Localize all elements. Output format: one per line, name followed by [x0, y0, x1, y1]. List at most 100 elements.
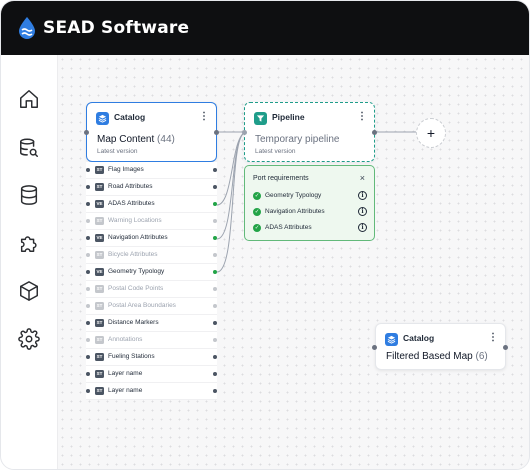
attribute-row[interactable]: ST Layer name [86, 366, 217, 383]
attribute-output-port[interactable] [213, 389, 217, 393]
node-type-label: Catalog [114, 112, 146, 122]
requirement-name: ADAS Attributes [265, 224, 312, 231]
attribute-output-port[interactable] [213, 168, 217, 172]
app-window: SEAD Software Catalog ⋮ Map Content (44)… [0, 0, 530, 470]
attribute-input-port[interactable] [86, 338, 90, 342]
attribute-output-port[interactable] [213, 321, 217, 325]
attribute-row[interactable]: ST Postal Area Boundaries [86, 298, 217, 315]
layers-icon [96, 112, 109, 125]
filtered-input-port[interactable] [372, 345, 377, 350]
database-icon[interactable] [17, 183, 41, 207]
node-count: (6) [475, 351, 488, 362]
attribute-type-badge: VE [95, 200, 104, 208]
catalog-output-port[interactable] [214, 130, 219, 135]
check-circle-icon: ✓ [253, 192, 261, 200]
check-circle-icon: ✓ [253, 224, 261, 232]
attribute-row[interactable]: ST Layer name [86, 383, 217, 400]
gear-icon[interactable] [17, 327, 41, 351]
attribute-input-port[interactable] [86, 236, 90, 240]
attribute-row[interactable]: ST Distance Markers [86, 315, 217, 332]
attribute-input-port[interactable] [86, 355, 90, 359]
attribute-output-port[interactable] [213, 372, 217, 376]
attribute-input-port[interactable] [86, 270, 90, 274]
attribute-name: Fueling Stations [108, 353, 155, 360]
attribute-type-badge: ST [95, 217, 104, 225]
info-icon[interactable]: i [358, 191, 367, 200]
attribute-output-port[interactable] [213, 219, 217, 223]
attribute-input-port[interactable] [86, 253, 90, 257]
requirements-title: Port requirements [253, 175, 309, 182]
attribute-input-port[interactable] [86, 372, 90, 376]
node-title: Temporary pipeline [255, 134, 340, 145]
home-icon[interactable] [17, 87, 41, 111]
brand-name: SEAD Software [43, 18, 190, 38]
attribute-name: Layer name [108, 387, 143, 394]
catalog-node-filtered[interactable]: Catalog ⋮ Filtered Based Map (6) [375, 323, 506, 370]
attribute-name: ADAS Attributes [108, 200, 155, 207]
cube-icon[interactable] [17, 279, 41, 303]
attribute-output-port[interactable] [213, 304, 217, 308]
pipeline-node[interactable]: Pipeline ⋮ Temporary pipeline Latest ver… [244, 102, 375, 162]
attribute-row[interactable]: ST Postal Code Points [86, 281, 217, 298]
attribute-output-port[interactable] [213, 355, 217, 359]
attribute-name: Bicycle Attributes [108, 251, 158, 258]
pipeline-output-port[interactable] [372, 130, 377, 135]
sidebar [1, 55, 58, 469]
more-menu-icon[interactable]: ⋮ [488, 333, 498, 343]
more-menu-icon[interactable]: ⋮ [357, 112, 367, 122]
attribute-type-badge: VE [95, 268, 104, 276]
attribute-input-port[interactable] [86, 168, 90, 172]
info-icon[interactable]: i [358, 207, 367, 216]
port-requirements-panel: Port requirements × ✓ Geometry Typology i ✓… [244, 165, 375, 241]
puzzle-icon[interactable] [17, 231, 41, 255]
attribute-input-port[interactable] [86, 202, 90, 206]
attribute-output-port[interactable] [213, 270, 217, 274]
attribute-output-port[interactable] [213, 185, 217, 189]
attribute-name: Road Attributes [108, 183, 153, 190]
attribute-output-port[interactable] [213, 202, 217, 206]
attribute-row[interactable]: ST Warning Locations [86, 213, 217, 230]
attribute-type-badge: ST [95, 183, 104, 191]
attribute-input-port[interactable] [86, 304, 90, 308]
attribute-name: Annotations [108, 336, 143, 343]
attribute-name: Layer name [108, 370, 143, 377]
attribute-output-port[interactable] [213, 236, 217, 240]
attribute-name: Navigation Attributes [108, 234, 168, 241]
more-menu-icon[interactable]: ⋮ [199, 112, 209, 122]
node-title-text: Map Content [97, 134, 155, 145]
pipeline-input-port[interactable] [242, 130, 247, 135]
attribute-input-port[interactable] [86, 389, 90, 393]
attribute-row[interactable]: VE ADAS Attributes [86, 196, 217, 213]
attribute-row[interactable]: VE Geometry Typology [86, 264, 217, 281]
info-icon[interactable]: i [358, 223, 367, 232]
requirement-item: ✓ ADAS Attributes i [253, 223, 367, 233]
attribute-row[interactable]: ST Fueling Stations [86, 349, 217, 366]
attribute-type-badge: ST [95, 302, 104, 310]
attribute-list: ST Flag Images ST Road Attributes VE ADAS Att… [86, 162, 217, 400]
attribute-row[interactable]: ST Bicycle Attributes [86, 247, 217, 264]
attribute-input-port[interactable] [86, 321, 90, 325]
catalog-input-port[interactable] [84, 130, 89, 135]
catalog-node-map-content[interactable]: Catalog ⋮ Map Content (44) Latest versio… [86, 102, 217, 162]
attribute-output-port[interactable] [213, 287, 217, 291]
attribute-row[interactable]: ST Flag Images [86, 162, 217, 179]
attribute-row[interactable]: ST Annotations [86, 332, 217, 349]
attribute-row[interactable]: VE Navigation Attributes [86, 230, 217, 247]
attribute-row[interactable]: ST Road Attributes [86, 179, 217, 196]
attribute-output-port[interactable] [213, 253, 217, 257]
attribute-name: Postal Area Boundaries [108, 302, 176, 309]
attribute-input-port[interactable] [86, 287, 90, 291]
node-title-text: Filtered Based Map [386, 351, 473, 362]
requirement-item: ✓ Geometry Typology i [253, 191, 367, 201]
attribute-type-badge: ST [95, 166, 104, 174]
add-node-button[interactable]: + [416, 118, 446, 148]
node-type-label: Pipeline [272, 112, 305, 122]
filtered-output-port[interactable] [503, 345, 508, 350]
close-icon[interactable]: × [360, 173, 365, 183]
database-search-icon[interactable] [17, 136, 41, 160]
requirement-item: ✓ Navigation Attributes i [253, 207, 367, 217]
attribute-input-port[interactable] [86, 219, 90, 223]
node-version: Latest version [255, 148, 296, 155]
attribute-output-port[interactable] [213, 338, 217, 342]
attribute-input-port[interactable] [86, 185, 90, 189]
